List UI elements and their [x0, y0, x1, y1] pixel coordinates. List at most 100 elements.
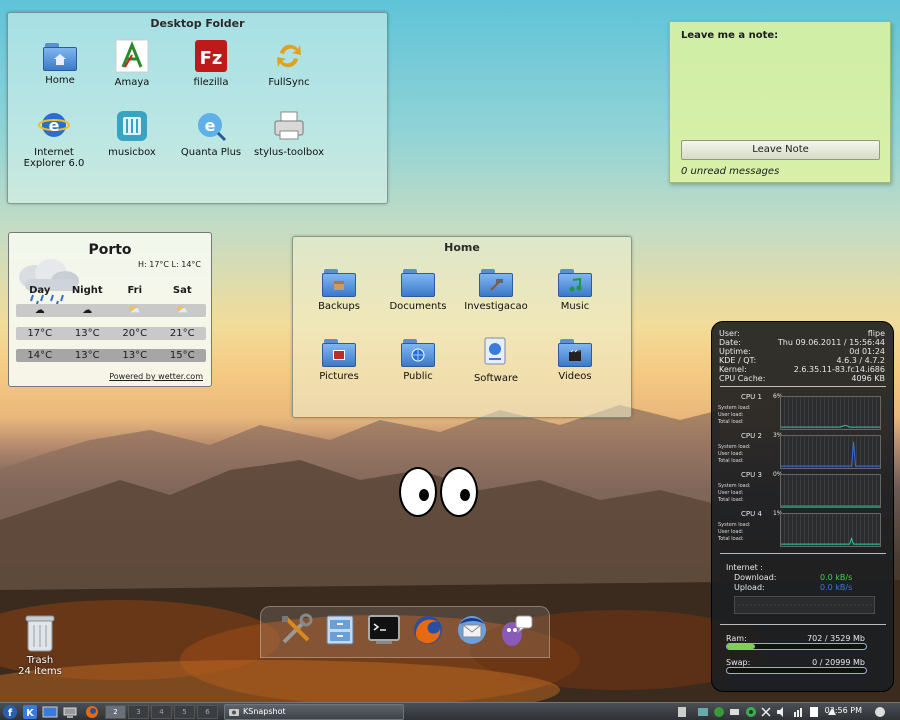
home-item-documents[interactable]: Documents	[378, 265, 458, 312]
desktop-item-quanta-plus[interactable]: e Quanta Plus	[171, 109, 251, 158]
panel-toolbox-icon[interactable]	[874, 706, 886, 718]
pager-desktop-3[interactable]: 3	[128, 705, 149, 719]
pidgin-icon[interactable]	[498, 612, 534, 648]
swap-label: Swap:	[726, 658, 751, 667]
tray-battery-icon[interactable]	[729, 706, 741, 718]
filezilla-icon: Fz	[195, 40, 227, 72]
trash-desktop-icon[interactable]: Trash 24 items	[15, 613, 65, 677]
sysmon-user-row: User: flipe	[719, 329, 885, 338]
desktop-item-fullsync[interactable]: FullSync	[249, 39, 329, 88]
home-item-backups[interactable]: Backups	[299, 265, 379, 312]
terminal-icon[interactable]	[366, 612, 402, 648]
ram-label: Ram:	[726, 634, 747, 643]
swap-meter	[726, 667, 867, 674]
sysmon-kde-row: KDE / QT: 4.6.3 / 4.7.2	[719, 356, 885, 365]
svg-text:e: e	[49, 116, 60, 135]
tray-clipboard-icon[interactable]	[676, 706, 688, 718]
rain-cloud-icon	[19, 259, 79, 308]
home-item-pictures[interactable]: Pictures	[299, 335, 379, 382]
kde-menu-icon[interactable]: K	[22, 704, 38, 720]
eyes-widget-left	[399, 467, 437, 517]
weather-city: Porto	[88, 242, 132, 258]
pager-desktop-2[interactable]: 2	[105, 705, 126, 719]
desktop-item-internet-explorer[interactable]: e Internet Explorer 6.0	[14, 109, 94, 169]
system-monitor-widget: User: flipe Date: Thu 09.06.2011 / 15:56:4…	[711, 321, 894, 692]
svg-text:K: K	[26, 708, 35, 719]
camera-icon	[229, 709, 239, 716]
documents-folder-icon	[401, 267, 435, 297]
home-item-videos[interactable]: Videos	[535, 335, 615, 382]
weather-days-row: Day Night Fri Sat	[29, 285, 192, 296]
network-icon[interactable]	[62, 704, 78, 720]
public-folder-icon	[401, 337, 435, 367]
tray-gear-icon[interactable]	[745, 706, 757, 718]
powered-by-link[interactable]: Powered by wetter.com	[109, 372, 203, 381]
videos-folder-icon	[558, 337, 592, 367]
ram-meter	[726, 643, 867, 650]
network-graph	[734, 596, 875, 614]
note-title: Leave me a note:	[681, 30, 779, 41]
pager-desktop-4[interactable]: 4	[151, 705, 172, 719]
sysmon-uptime-row: Uptime: 0d 01:24	[719, 347, 885, 356]
eyes-widget-right	[440, 467, 478, 517]
fedora-menu-icon[interactable]: f	[2, 704, 18, 720]
unread-messages-status: 0 unread messages	[681, 166, 780, 177]
file-manager-icon[interactable]	[322, 612, 358, 648]
cpu4-block: CPU 4 1% System load: User load: Total lo…	[717, 510, 887, 548]
desktop-item-stylus-toolbox[interactable]: stylus-toolbox	[249, 109, 329, 158]
cpu1-graph	[780, 396, 881, 430]
tray-network-manager-icon[interactable]	[792, 706, 804, 718]
taskbar: f K 2 3 4 5 6 KSnapshot 03:56 PM	[0, 702, 900, 720]
home-item-music[interactable]: Music	[535, 265, 615, 312]
home-folder-title: Home	[444, 241, 480, 254]
swap-value: 0 / 20999 Mb	[812, 658, 865, 667]
trash-icon	[25, 615, 55, 652]
svg-text:e: e	[205, 116, 216, 135]
cpu1-block: CPU 1 6% System load: User load: Total lo…	[717, 393, 887, 431]
desktop-item-amaya[interactable]: Amaya	[92, 39, 172, 88]
show-desktop-icon[interactable]	[42, 704, 58, 720]
desktop-item-musicbox[interactable]: musicbox	[92, 109, 172, 158]
sysmon-divider	[720, 624, 886, 625]
system-settings-icon[interactable]	[278, 612, 314, 648]
task-ksnapshot[interactable]: KSnapshot	[224, 704, 404, 720]
home-folder-icon	[43, 41, 77, 71]
sysmon-date-row: Date: Thu 09.06.2011 / 15:56:44	[719, 338, 885, 347]
pager-desktop-5[interactable]: 5	[174, 705, 195, 719]
thunderbird-icon[interactable]	[454, 612, 490, 648]
ram-value: 702 / 3529 Mb	[807, 634, 865, 643]
svg-text:Fz: Fz	[200, 48, 223, 69]
trash-count: 24 items	[18, 666, 62, 677]
sysmon-divider	[720, 553, 886, 554]
tray-software-updates-icon[interactable]	[713, 706, 725, 718]
fullsync-icon	[277, 44, 301, 68]
desktop-folder-title: Desktop Folder	[150, 17, 245, 30]
firefox-icon[interactable]	[410, 612, 446, 648]
sysmon-kernel-row: Kernel: 2.6.35.11-83.fc14.i686	[719, 365, 885, 374]
desktop-item-home[interactable]: Home	[20, 39, 100, 86]
tray-scissors-icon[interactable]	[760, 706, 772, 718]
home-item-public[interactable]: Public	[378, 335, 458, 382]
home-item-investigacao[interactable]: Investigacao	[456, 265, 536, 312]
software-icon	[484, 337, 506, 365]
home-item-software[interactable]: Software	[456, 335, 536, 384]
cloud-rain-small-icon: ☁	[34, 305, 45, 316]
taskbar-clock[interactable]: 03:56 PM	[825, 706, 862, 715]
tray-volume-icon[interactable]	[776, 706, 788, 718]
firefox-taskbar-icon[interactable]	[84, 704, 100, 720]
sysmon-divider	[720, 386, 886, 387]
tray-notes-icon[interactable]	[808, 706, 820, 718]
pictures-folder-icon	[322, 337, 356, 367]
quanta-plus-icon: e	[198, 113, 227, 142]
cpu2-block: CPU 2 3% System load: User load: Total lo…	[717, 432, 887, 470]
tray-device-icon[interactable]	[697, 706, 709, 718]
pager-desktop-6[interactable]: 6	[197, 705, 218, 719]
sun-cloud-small-icon: ⛅	[176, 305, 189, 316]
cpu4-graph	[780, 513, 881, 547]
backups-folder-icon	[322, 267, 356, 297]
weather-widget: Porto H: 17°C L: 14°C Day Night Fri Sat …	[8, 232, 212, 387]
leave-note-button[interactable]: Leave Note	[681, 140, 880, 160]
home-folder-widget: Home Backups Documents Investigacao Musi…	[292, 236, 632, 418]
desktop-item-filezilla[interactable]: Fz filezilla	[171, 39, 251, 88]
sysmon-cache-row: CPU Cache: 4096 KB	[719, 374, 885, 383]
